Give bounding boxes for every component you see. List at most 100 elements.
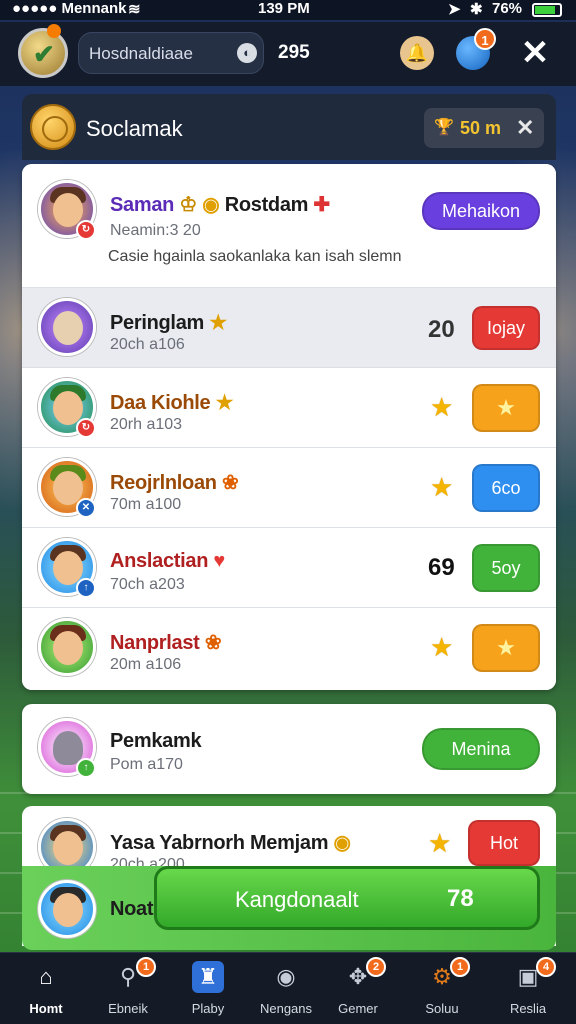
- tab-games[interactable]: ◉ Nengans: [250, 953, 322, 1024]
- player-sub: 20ch a106: [110, 336, 185, 353]
- status-icon: ↑: [76, 578, 96, 598]
- player-description: Casie hgainla saokanlaka kan isah slemn: [108, 248, 402, 265]
- home-icon: ⌂: [39, 964, 53, 989]
- star-icon: ★: [430, 472, 454, 502]
- gift-icon: ✚: [313, 194, 330, 216]
- action-button[interactable]: Menina: [422, 728, 540, 770]
- tab-label: Reslia: [509, 1001, 547, 1016]
- tab-label: Homt: [29, 1001, 63, 1016]
- tab-label: Ebneik: [108, 1001, 148, 1016]
- player-name: Peringlam ★: [110, 312, 227, 334]
- coin-small-icon: ◉: [333, 832, 351, 854]
- tab-play[interactable]: ♜ Plaby: [172, 953, 244, 1024]
- avatar: [38, 298, 96, 356]
- list-item[interactable]: Peringlam ★ 20ch a106 20 Iojay: [22, 288, 556, 368]
- search-input[interactable]: Hosdnaldiaae ◐: [78, 32, 264, 74]
- list-item[interactable]: ↑ Pemkamk Pom a170 Menina: [22, 704, 556, 794]
- tab-badge: 1: [450, 957, 470, 977]
- trophy-icon: ♜: [192, 961, 224, 993]
- search-icon[interactable]: ◐: [237, 43, 257, 63]
- star-button[interactable]: ★: [472, 384, 540, 432]
- player-sub: Neamin:3 20: [110, 222, 201, 239]
- carrier-label: ●●●●● Mennank: [12, 0, 127, 17]
- ball-icon: ◉: [276, 964, 296, 989]
- notification-dot: [47, 24, 61, 38]
- battery-percent: 76%: [492, 0, 523, 17]
- search-text: Hosdnaldiaae: [89, 44, 193, 63]
- globe-badge: 1: [474, 28, 496, 50]
- tab-label: Plaby: [191, 1001, 225, 1016]
- star-icon: ★: [430, 632, 454, 662]
- player-list: ↻ Saman ♔ ◉ Rostdam ✚ Neamin:3 20 Casie …: [22, 164, 556, 690]
- player-name: Yasa Yabrnorh Memjam ◉: [110, 832, 351, 854]
- player-name: Nanprlast ❀: [110, 632, 222, 654]
- player-sub: 20m a106: [110, 656, 182, 673]
- close-reward-icon[interactable]: ✕: [516, 115, 534, 141]
- action-button[interactable]: 5oy: [472, 544, 540, 592]
- tab-search[interactable]: ⚲ 1 Ebneik: [92, 953, 164, 1024]
- action-button[interactable]: Hot: [468, 820, 540, 866]
- tab-label: Gemer: [338, 1001, 378, 1016]
- gift-icon: ❀: [221, 472, 239, 494]
- player-name: Daa Kiohle ★: [110, 392, 234, 414]
- status-icon: ↻: [76, 418, 96, 438]
- wifi-icon: ≋: [128, 1, 141, 18]
- player-sub: 70m a100: [110, 496, 182, 513]
- status-icon: ↑: [76, 758, 96, 778]
- score: 20: [428, 316, 455, 343]
- tab-label: Nengans: [259, 1001, 313, 1016]
- status-icon: ↻: [76, 220, 96, 240]
- list-item[interactable]: ↻ Daa Kiohle ★ 20rh a103 ★ ★: [22, 368, 556, 448]
- action-button[interactable]: 6co: [472, 464, 540, 512]
- status-bar: ●●●●● Mennank ≋ 139 PM ➤ ✱ 76%: [0, 0, 576, 20]
- tab-label: Soluu: [425, 1001, 459, 1016]
- player-name: Pemkamk: [110, 730, 202, 752]
- coin-count: 295: [278, 42, 310, 63]
- action-button[interactable]: Iojay: [472, 306, 540, 350]
- panel-header: Soclamak 🏆 50 m ✕: [22, 94, 556, 160]
- tab-settings[interactable]: ⚙ 1 Soluu: [406, 953, 478, 1024]
- bluetooth-icon: ✱: [470, 1, 483, 18]
- avatar: [38, 880, 96, 938]
- player-sub: Pom a170: [110, 756, 183, 773]
- reward-pill[interactable]: 🏆 50 m ✕: [424, 108, 544, 148]
- player-name: Saman ♔ ◉ Rostdam ✚: [110, 194, 330, 216]
- coin-small-icon: ◉: [202, 194, 220, 216]
- tab-home[interactable]: ⌂ Homt: [10, 953, 82, 1024]
- list-item[interactable]: Nanprlast ❀ 20m a106 ★ ★: [22, 608, 556, 690]
- heart-icon: ♥: [213, 550, 225, 572]
- tab-bar: ⌂ Homt ⚲ 1 Ebneik ♜ Plaby ◉ Nengans ✥ 2 …: [0, 952, 576, 1024]
- score: 69: [428, 554, 455, 581]
- primary-button[interactable]: Kangdonaalt 78: [154, 866, 540, 930]
- star-icon: ★: [430, 392, 454, 422]
- player-sub: 20rh a103: [110, 416, 183, 433]
- star-button[interactable]: ★: [472, 624, 540, 672]
- reward-value: 50 m: [460, 118, 502, 138]
- list-item[interactable]: ↻ Saman ♔ ◉ Rostdam ✚ Neamin:3 20 Casie …: [22, 164, 556, 288]
- list-item[interactable]: ✕ Reojrlnloan ❀ 70m a100 ★ 6co: [22, 448, 556, 528]
- primary-button-label: Kangdonaalt: [235, 887, 359, 912]
- coin-icon: [30, 104, 76, 150]
- player-sub: 70ch a203: [110, 576, 185, 593]
- bell-icon[interactable]: 🔔: [400, 36, 434, 70]
- primary-button-value: 78: [447, 885, 474, 912]
- close-icon[interactable]: ✕: [518, 36, 552, 70]
- status-icon: ✕: [76, 498, 96, 518]
- tab-badge: 1: [136, 957, 156, 977]
- tab-results[interactable]: ▣ 4 Reslia: [492, 953, 564, 1024]
- location-icon: ➤: [448, 1, 461, 18]
- list-item[interactable]: ↑ Anslactian ♥ 70ch a203 69 5oy: [22, 528, 556, 608]
- gift-icon: ❀: [204, 632, 222, 654]
- top-bar: ✔ Hosdnaldiaae ◐ 295 🔔 1 ✕: [0, 22, 576, 86]
- panel-title: Soclamak: [86, 116, 183, 141]
- crown-icon: ♔: [179, 194, 197, 216]
- player-name: Anslactian ♥: [110, 550, 225, 572]
- trophy-icon: 🏆: [434, 119, 454, 136]
- player-name: Reojrlnloan ❀: [110, 472, 239, 494]
- action-button[interactable]: Mehaikon: [422, 192, 540, 230]
- profile-badge-icon[interactable]: ✔: [18, 28, 68, 78]
- tab-gamer[interactable]: ✥ 2 Gemer: [322, 953, 394, 1024]
- tab-badge: 4: [536, 957, 556, 977]
- avatar: [38, 618, 96, 676]
- star-icon: ★: [428, 828, 452, 858]
